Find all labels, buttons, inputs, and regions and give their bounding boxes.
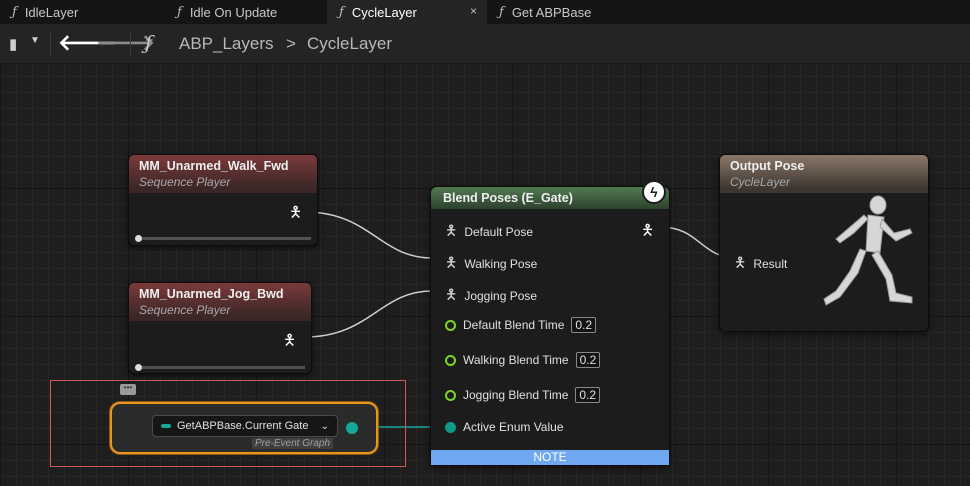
enum-pin-icon bbox=[445, 421, 456, 433]
jogging-blend-time-input[interactable]: 0.2 bbox=[575, 387, 601, 403]
walking-blend-time-input[interactable]: 0.2 bbox=[575, 352, 601, 368]
pose-pin-icon: 🯅 bbox=[734, 254, 747, 270]
playback-slider-handle[interactable] bbox=[135, 364, 142, 371]
pose-pin-icon: 🯅 bbox=[445, 286, 458, 302]
lightning-icon: ϟ bbox=[642, 180, 666, 204]
output-pose-node[interactable]: Output Pose CycleLayer 🯅 Result bbox=[719, 154, 929, 332]
pose-pin-icon[interactable]: 🯅 bbox=[283, 330, 296, 355]
jogging-blend-time-pin[interactable]: Jogging Blend Time 0.2 bbox=[445, 387, 601, 403]
comment-bubble-icon[interactable]: ••• bbox=[120, 384, 136, 395]
result-pin[interactable]: 🯅 Result bbox=[734, 252, 787, 276]
note-bar[interactable]: NOTE bbox=[431, 450, 669, 465]
sequence-player-walk[interactable]: MM_Unarmed_Walk_Fwd Sequence Player 🯅 bbox=[128, 154, 318, 246]
node-title: Blend Poses (E_Gate) bbox=[443, 191, 573, 205]
pin-label: Jogging Pose bbox=[464, 289, 538, 303]
wire-jog bbox=[304, 290, 433, 338]
default-blend-time-input[interactable]: 0.2 bbox=[571, 317, 597, 333]
node-title: MM_Unarmed_Jog_Bwd bbox=[139, 287, 284, 301]
default-blend-time-pin[interactable]: Default Blend Time 0.2 bbox=[445, 317, 597, 333]
pin-label: Default Pose bbox=[464, 225, 534, 239]
gate-label: GetABPBase.Current Gate bbox=[177, 420, 309, 432]
current-gate-dropdown[interactable]: GetABPBase.Current Gate ⌄ bbox=[152, 415, 338, 437]
sequence-player-jog[interactable]: MM_Unarmed_Jog_Bwd Sequence Player 🯅 bbox=[128, 282, 312, 374]
enum-type-icon bbox=[161, 424, 171, 428]
node-header: Blend Poses (E_Gate) bbox=[431, 187, 669, 209]
pin-label: Walking Pose bbox=[464, 257, 538, 271]
node-header: MM_Unarmed_Jog_Bwd Sequence Player bbox=[129, 283, 311, 321]
node-header: MM_Unarmed_Walk_Fwd Sequence Player bbox=[129, 155, 317, 193]
blend-poses-node[interactable]: Blend Poses (E_Gate) ϟ 🯅 Default Pose 🯅 … bbox=[430, 180, 670, 466]
node-title: Output Pose bbox=[730, 159, 805, 173]
pin-label: Default Blend Time bbox=[463, 318, 565, 332]
pose-pin-icon: 🯅 bbox=[445, 222, 458, 238]
pin-label: Walking Blend Time bbox=[463, 353, 569, 367]
chevron-down-icon: ⌄ bbox=[320, 420, 329, 432]
default-pose-pin[interactable]: 🯅 Default Pose bbox=[445, 220, 533, 244]
context-label: Pre-Event Graph bbox=[252, 438, 334, 449]
pose-output-pin-icon[interactable]: 🯅 bbox=[641, 220, 654, 245]
float-pin-icon bbox=[445, 389, 456, 401]
float-pin-icon bbox=[445, 319, 456, 331]
walking-pose-pin[interactable]: 🯅 Walking Pose bbox=[445, 252, 537, 276]
node-subtitle: CycleLayer bbox=[730, 175, 791, 189]
jogging-pose-pin[interactable]: 🯅 Jogging Pose bbox=[445, 284, 537, 308]
node-subtitle: Sequence Player bbox=[139, 175, 231, 189]
playback-slider[interactable] bbox=[139, 366, 305, 369]
node-title: MM_Unarmed_Walk_Fwd bbox=[139, 159, 289, 173]
get-current-gate-node[interactable]: GetABPBase.Current Gate ⌄ Pre-Event Grap… bbox=[110, 402, 378, 454]
float-pin-icon bbox=[445, 354, 456, 366]
pose-pin-icon: 🯅 bbox=[445, 254, 458, 270]
playback-slider-handle[interactable] bbox=[135, 235, 142, 242]
walking-blend-time-pin[interactable]: Walking Blend Time 0.2 bbox=[445, 352, 601, 368]
playback-slider[interactable] bbox=[139, 237, 311, 240]
pin-label: Jogging Blend Time bbox=[463, 388, 569, 402]
enum-output-pin[interactable] bbox=[346, 422, 358, 434]
pin-label: Result bbox=[753, 257, 788, 271]
running-mannequin-icon bbox=[823, 195, 913, 306]
node-subtitle: Sequence Player bbox=[139, 303, 231, 317]
pose-pin-icon[interactable]: 🯅 bbox=[289, 202, 302, 227]
pin-label: Active Enum Value bbox=[463, 420, 564, 434]
node-header: Output Pose CycleLayer bbox=[720, 155, 928, 193]
wire-walk bbox=[304, 211, 433, 259]
active-enum-value-pin[interactable]: Active Enum Value bbox=[445, 420, 564, 434]
